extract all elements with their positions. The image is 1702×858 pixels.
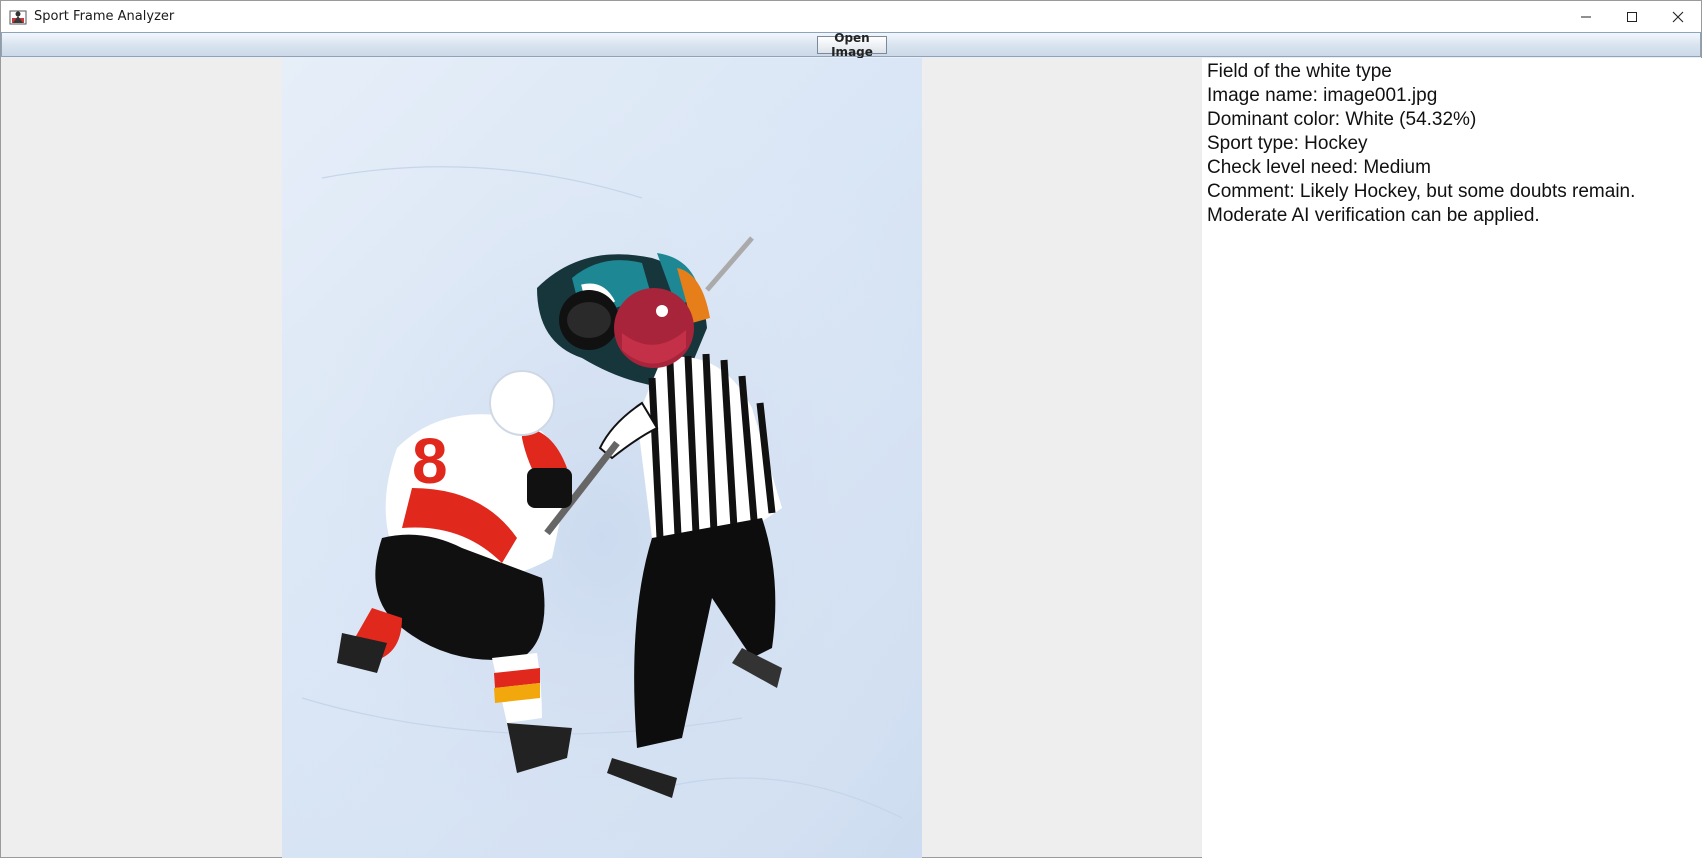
info-check-level: Check level need: Medium [1207,157,1431,178]
analysis-panel: Field of the white type Image name: imag… [1202,58,1702,858]
maximize-button[interactable] [1609,1,1655,32]
minimize-icon [1581,16,1591,17]
title-bar[interactable]: Sport Frame Analyzer [1,1,1701,32]
info-field-type: Field of the white type [1207,61,1392,82]
hockey-faceoff-photo: 8 [282,58,922,858]
info-verification: Moderate AI verification can be applied. [1207,205,1540,226]
close-icon [1672,11,1684,22]
info-dominant-color: Dominant color: White (54.32%) [1207,109,1477,130]
open-image-button[interactable]: Open Image [817,31,887,59]
window-controls [1563,1,1701,32]
minimize-button[interactable] [1563,1,1609,32]
info-sport-type: Sport type: Hockey [1207,133,1368,154]
close-button[interactable] [1655,1,1701,32]
app-window: Sport Frame Analyzer Open Image 8 Field … [0,0,1702,858]
window-title: Sport Frame Analyzer [34,9,175,24]
maximize-icon [1627,11,1637,22]
info-comment: Comment: Likely Hockey, but some doubts … [1207,181,1636,202]
svg-text:8: 8 [412,425,448,497]
toolbar: Open Image [1,31,1701,59]
info-image-name: Image name: image001.jpg [1207,85,1438,106]
image-preview: 8 [282,58,922,858]
app-icon [9,10,27,24]
